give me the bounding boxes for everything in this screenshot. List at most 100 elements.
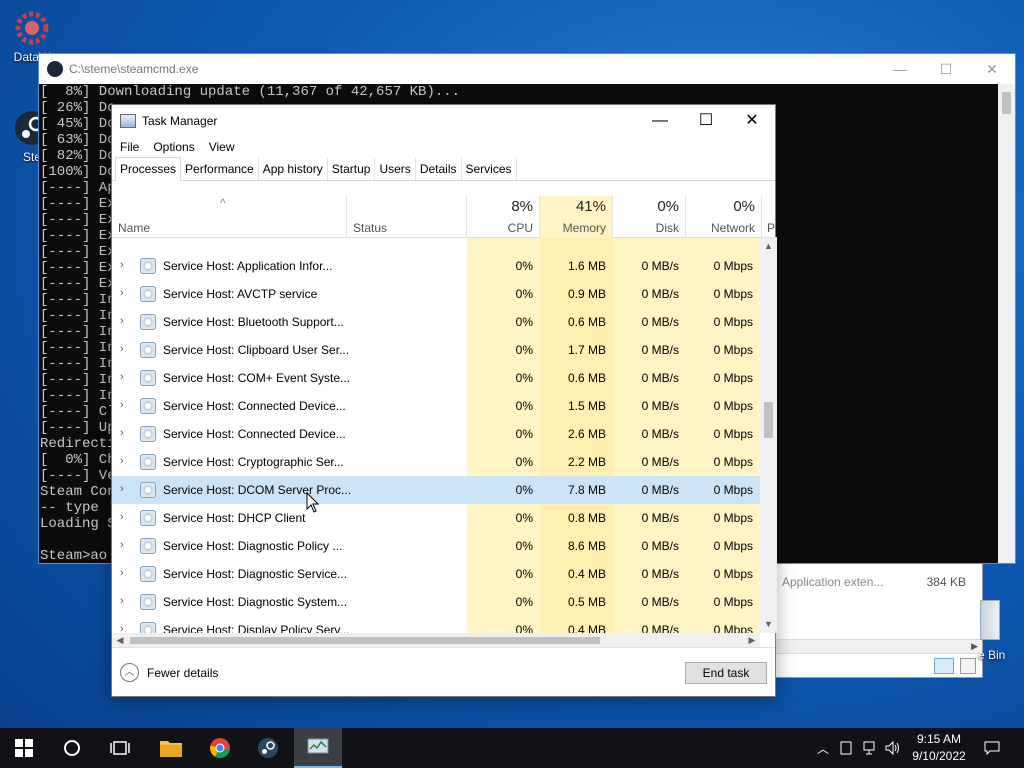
maximize-button[interactable]: ☐ [923,54,969,84]
chevron-right-icon[interactable]: › [120,539,130,551]
task-manager-footer: ︿ Fewer details End task [112,647,775,697]
process-list-vertical-scrollbar[interactable]: ▲ ▼ [760,238,777,633]
chevron-right-icon[interactable]: › [120,287,130,299]
start-button[interactable] [0,728,48,768]
chevron-right-icon[interactable]: › [120,595,130,607]
chevron-right-icon[interactable]: › [120,455,130,467]
column-power[interactable]: P [762,196,777,238]
tab-startup[interactable]: Startup [328,158,376,180]
process-name: Service Host: Cryptographic Ser... [163,455,344,469]
table-row[interactable]: › Service Host: Diagnostic System... 0% 0.5… [112,588,760,616]
recycle-bin-icon [980,600,1000,640]
column-name[interactable]: Name [112,196,347,238]
process-cpu: 0% [515,567,533,581]
table-row[interactable]: › Service Host: Diagnostic Policy ... 0% 8.… [112,532,760,560]
scrollbar-thumb[interactable] [1002,92,1011,114]
table-row[interactable]: › Service Host: Application Infor... 0% 1.6… [112,252,760,280]
taskbar-task-manager[interactable] [294,728,342,768]
table-row[interactable]: › Service Host: Display Policy Serv... 0% 0… [112,616,760,633]
process-network: 0 Mbps [713,371,753,385]
chevron-right-icon[interactable]: › [120,315,130,327]
chevron-right-icon[interactable]: › [120,623,130,633]
column-network[interactable]: 0% Network [686,196,762,238]
process-disk: 0 MB/s [641,259,679,273]
close-button[interactable]: ✕ [969,54,1015,84]
desktop-icon-recycle-bin[interactable]: e Bin [978,600,1022,662]
scroll-down-arrow-icon[interactable]: ▼ [760,616,777,633]
service-host-icon [140,538,156,554]
explorer-file-row[interactable]: Application exten... 384 KB [782,575,972,589]
scrollbar-thumb[interactable] [764,402,773,438]
chevron-right-icon[interactable]: › [120,567,130,579]
tray-device-icon[interactable] [838,728,854,768]
network-icon[interactable] [862,728,880,768]
search-button[interactable] [48,728,96,768]
process-cpu: 0% [515,455,533,469]
chevron-right-icon[interactable]: › [120,427,130,439]
fewer-details-button[interactable]: ︿ Fewer details [120,663,218,682]
tab-details[interactable]: Details [416,158,462,180]
process-list-horizontal-scrollbar[interactable]: ◀ ▶ [112,633,760,647]
task-manager-titlebar[interactable]: Task Manager — ☐ ✕ [112,105,775,137]
tab-processes[interactable]: Processes [115,157,182,181]
scroll-up-arrow-icon[interactable]: ▲ [760,238,777,255]
maximize-button[interactable]: ☐ [683,105,729,137]
task-view-icon [110,741,130,755]
scroll-right-arrow-icon[interactable]: ▶ [971,641,978,652]
column-cpu[interactable]: 8% CPU [467,196,540,238]
menu-options[interactable]: Options [153,140,194,154]
tab-users[interactable]: Users [375,158,416,180]
large-icons-view-icon[interactable] [960,658,976,674]
column-memory[interactable]: 41% Memory [540,196,613,238]
service-host-icon [140,510,156,526]
chevron-right-icon[interactable]: › [120,259,130,271]
chevron-right-icon[interactable]: › [120,399,130,411]
table-row[interactable]: › Service Host: DHCP Client 0% 0.8 MB 0 MB/s… [112,504,760,532]
column-label: Status [353,221,388,235]
process-memory: 1.5 MB [567,399,606,413]
console-titlebar[interactable]: C:\steme\steamcmd.exe — ☐ ✕ [39,54,1015,84]
tab-performance[interactable]: Performance [181,158,259,180]
close-button[interactable]: ✕ [729,105,775,137]
process-name: Service Host: DCOM Server Proc... [163,483,352,497]
taskbar-steam[interactable] [244,728,292,768]
table-row[interactable]: › Service Host: COM+ Event Syste... 0% 0.6 … [112,364,760,392]
table-row[interactable]: › Service Host: Clipboard User Ser... 0% 1.… [112,336,760,364]
taskbar-file-explorer[interactable] [147,728,195,768]
minimize-button[interactable]: — [877,54,923,84]
table-row[interactable]: › Service Host: Bluetooth Support... 0% 0.6… [112,308,760,336]
details-view-icon[interactable] [934,658,954,674]
chevron-right-icon[interactable]: › [120,343,130,355]
taskbar-chrome[interactable] [196,728,244,768]
process-list[interactable]: › Service Host: Application Infor... 0% 1.6… [112,238,760,633]
system-clock[interactable]: 9:15 AM 9/10/2022 [900,731,978,765]
column-label: P [767,221,776,235]
table-row[interactable]: › Service Host: Cryptographic Ser... 0% 2.2… [112,448,760,476]
console-vertical-scrollbar[interactable] [998,84,1015,563]
chevron-right-icon[interactable]: › [120,511,130,523]
chevron-right-icon[interactable]: › [120,371,130,383]
process-name: Service Host: AVCTP service [163,287,318,301]
minimize-button[interactable]: — [637,105,683,137]
chevron-right-icon[interactable]: › [120,483,130,495]
scroll-left-arrow-icon[interactable]: ◀ [112,633,128,647]
menu-view[interactable]: View [209,140,235,154]
show-hidden-icons-button[interactable]: ︿ [814,728,832,768]
column-status[interactable]: Status [347,196,467,238]
table-row[interactable]: › Service Host: Diagnostic Service... 0% 0.… [112,560,760,588]
end-task-button[interactable]: End task [685,662,767,684]
process-memory: 0.4 MB [567,623,606,633]
table-row[interactable]: › Service Host: Connected Device... 0% 2.6 … [112,420,760,448]
table-row[interactable]: › Service Host: Connected Device... 0% 1.5 … [112,392,760,420]
task-manager-window[interactable]: Task Manager — ☐ ✕ File Options View Pro… [111,104,777,697]
scrollbar-thumb[interactable] [130,637,600,644]
tab-services[interactable]: Services [462,158,517,180]
notifications-button[interactable] [980,728,1004,768]
table-row[interactable]: › Service Host: AVCTP service 0% 0.9 MB 0 MB… [112,280,760,308]
column-disk[interactable]: 0% Disk [613,196,686,238]
menu-file[interactable]: File [120,140,139,154]
tab-app-history[interactable]: App history [259,158,328,180]
task-view-button[interactable] [96,728,144,768]
scroll-right-arrow-icon[interactable]: ▶ [744,633,760,647]
table-row[interactable]: › Service Host: DCOM Server Proc... 0% 7.8 … [112,476,760,504]
